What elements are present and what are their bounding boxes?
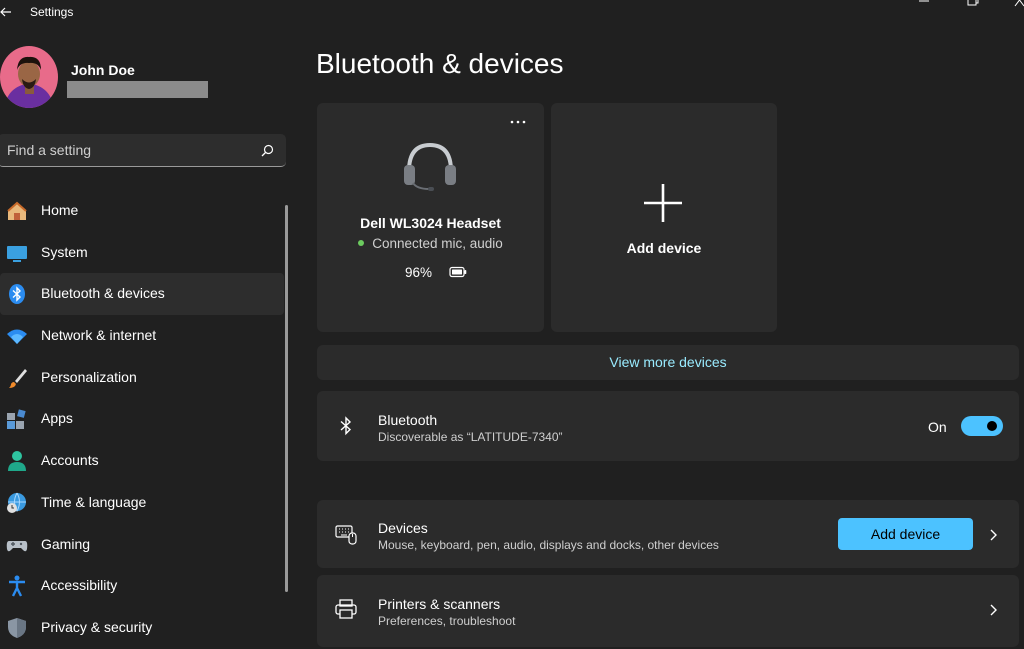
brush-icon	[6, 367, 28, 389]
devices-row-subtitle: Mouse, keyboard, pen, audio, displays an…	[378, 538, 719, 552]
accounts-icon	[6, 450, 28, 472]
sidebar-item-privacy-security[interactable]: Privacy & security	[0, 607, 284, 649]
chevron-right-icon[interactable]	[988, 603, 998, 617]
globe-clock-icon	[6, 492, 28, 514]
sidebar-nav: Home System Bluetooth & devices Network …	[0, 190, 284, 649]
devices-icon	[335, 523, 357, 545]
restore-icon[interactable]	[962, 0, 982, 8]
toggle-knob	[987, 421, 997, 431]
device-status: Connected mic, audio	[317, 236, 544, 251]
sidebar-item-label: Bluetooth & devices	[41, 285, 165, 302]
battery-percentage: 96%	[405, 265, 433, 280]
avatar[interactable]	[0, 46, 58, 108]
printers-scanners-row[interactable]: Printers & scanners Preferences, trouble…	[317, 575, 1019, 647]
back-arrow-icon[interactable]	[0, 3, 16, 21]
bluetooth-toggle-state: On	[928, 419, 947, 435]
printers-row-title: Printers & scanners	[378, 596, 501, 612]
sidebar-item-label: Personalization	[41, 368, 137, 385]
title-bar: Settings	[0, 0, 1024, 26]
sidebar-item-system[interactable]: System	[0, 232, 284, 274]
sidebar-item-label: Gaming	[41, 535, 91, 552]
redacted-email	[67, 81, 208, 98]
bluetooth-setting-subtitle: Discoverable as “LATITUDE-7340”	[378, 430, 563, 444]
add-device-button[interactable]: Add device	[838, 518, 973, 550]
sidebar-item-label: Apps	[41, 410, 73, 427]
more-options-icon[interactable]	[510, 119, 526, 125]
connected-status-dot	[358, 239, 365, 246]
device-name: Dell WL3024 Headset	[360, 215, 501, 231]
bluetooth-icon	[335, 415, 357, 437]
view-more-devices-button[interactable]: View more devices	[317, 345, 1019, 380]
shield-icon	[6, 617, 28, 639]
search-box	[0, 134, 286, 167]
headset-icon	[403, 141, 457, 193]
sidebar-item-label: Network & internet	[41, 327, 157, 344]
sidebar-item-accessibility[interactable]: Accessibility	[0, 565, 284, 607]
system-icon	[6, 242, 28, 264]
sidebar-item-time-language[interactable]: Time & language	[0, 482, 284, 524]
sidebar-scrollbar[interactable]	[285, 205, 288, 592]
sidebar-item-label: Accessibility	[41, 577, 118, 594]
bluetooth-icon	[6, 283, 28, 305]
sidebar-item-home[interactable]: Home	[0, 190, 284, 232]
printers-row-subtitle: Preferences, troubleshoot	[378, 614, 516, 628]
plus-icon	[642, 182, 684, 224]
device-status-text: Connected mic, audio	[372, 236, 503, 251]
battery-level: 96%	[405, 265, 467, 280]
sidebar-item-accounts[interactable]: Accounts	[0, 440, 284, 482]
battery-icon	[449, 266, 467, 278]
sidebar-item-label: Time & language	[41, 493, 147, 510]
search-icon[interactable]	[261, 144, 274, 157]
sidebar-item-bluetooth-devices[interactable]: Bluetooth & devices	[0, 273, 284, 316]
sidebar-item-apps[interactable]: Apps	[0, 398, 284, 440]
page-title: Bluetooth & devices	[316, 48, 564, 79]
minimize-icon[interactable]	[914, 0, 934, 8]
device-card-headset[interactable]: Dell WL3024 Headset Connected mic, audio…	[317, 103, 544, 332]
devices-setting-row[interactable]: Devices Mouse, keyboard, pen, audio, dis…	[317, 500, 1019, 568]
accessibility-icon	[6, 575, 28, 597]
user-name: John Doe	[71, 62, 135, 78]
add-device-card-label: Add device	[626, 240, 702, 256]
app-title: Settings	[30, 5, 74, 19]
devices-row-title: Devices	[378, 520, 428, 536]
search-input[interactable]	[7, 140, 247, 160]
sidebar-item-label: Accounts	[41, 452, 99, 469]
sidebar-item-label: Privacy & security	[41, 618, 153, 635]
close-icon[interactable]	[1010, 0, 1024, 8]
gamepad-icon	[6, 534, 28, 556]
bluetooth-toggle[interactable]	[961, 416, 1003, 436]
home-icon	[6, 200, 28, 222]
sidebar-item-label: Home	[41, 202, 79, 218]
sidebar-item-gaming[interactable]: Gaming	[0, 524, 284, 566]
printer-icon	[335, 598, 357, 620]
wifi-icon	[6, 325, 28, 347]
sidebar-item-personalization[interactable]: Personalization	[0, 357, 284, 399]
sidebar-item-label: System	[41, 243, 88, 260]
sidebar-item-network[interactable]: Network & internet	[0, 315, 284, 357]
chevron-right-icon[interactable]	[988, 528, 998, 542]
apps-icon	[6, 408, 28, 430]
bluetooth-setting-row: Bluetooth Discoverable as “LATITUDE-7340…	[317, 391, 1019, 461]
add-device-card[interactable]: Add device	[551, 103, 777, 332]
bluetooth-setting-title: Bluetooth	[378, 412, 438, 428]
